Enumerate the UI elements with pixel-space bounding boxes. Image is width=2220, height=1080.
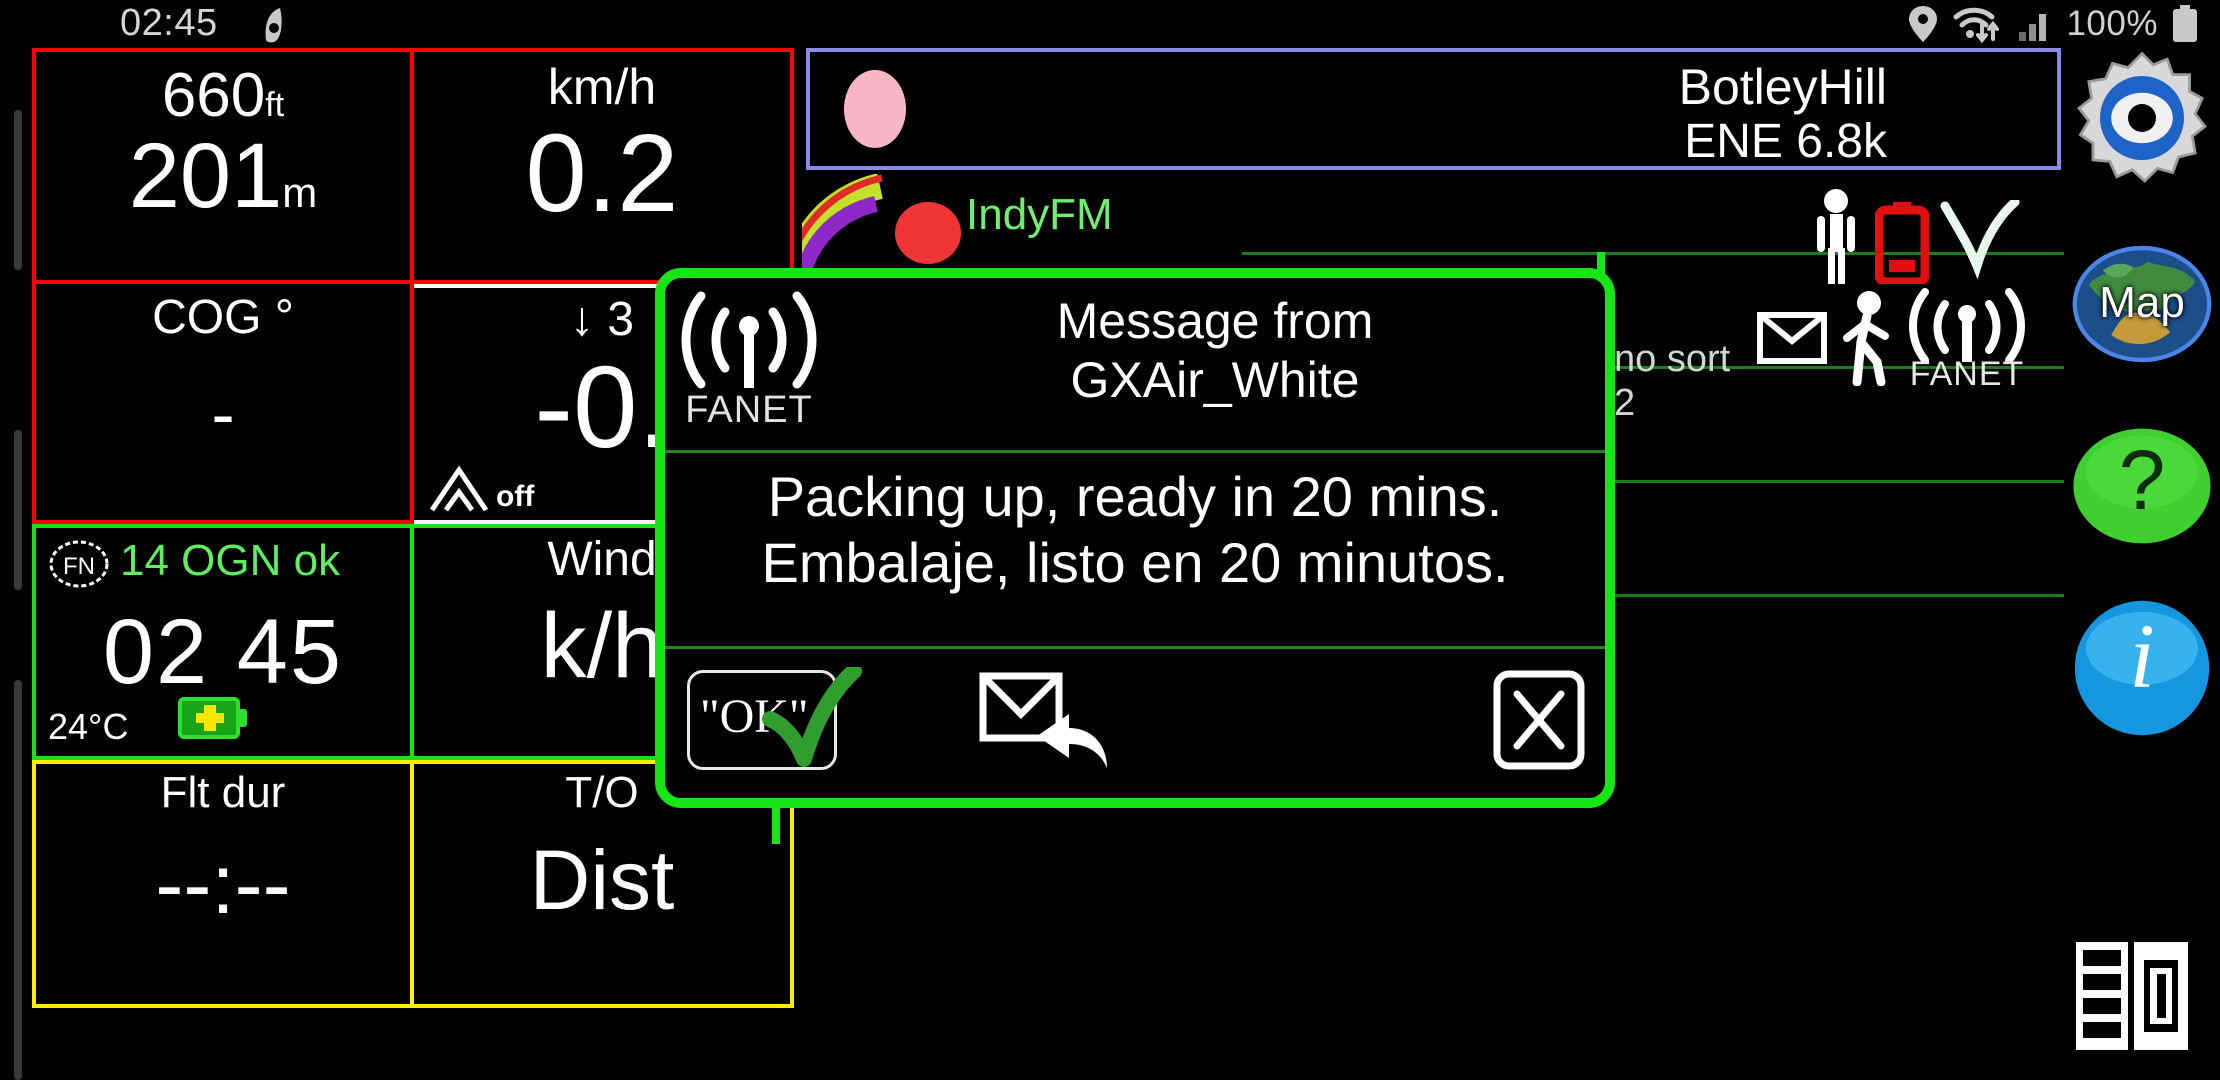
dialog-title-line2: GXAir_White (1070, 352, 1360, 408)
ogn-clock: 02 45 (102, 601, 344, 703)
reply-button[interactable] (965, 670, 1135, 775)
map-button-label: Map (2099, 278, 2185, 327)
right-toolbar: Map ? i (2064, 48, 2220, 1080)
vario-arrow-icon: ↓ (569, 293, 594, 346)
dialog-title: Message from GXAir_White (845, 292, 1585, 410)
dialog-separator-2 (665, 646, 1605, 649)
dialog-tail (772, 806, 780, 844)
sort-count-label: 2 (1614, 382, 1636, 424)
fanet-message-dialog[interactable]: FANET Message from GXAir_White Packing u… (655, 268, 1615, 808)
edge-scroll-top[interactable] (14, 110, 22, 270)
app-root: 02:45 100% 660ft 201m km/h 0.2 COG ° - ↓… (0, 0, 2220, 1080)
settings-gear-icon (2077, 51, 2207, 183)
fanet-badge-icon: FN (49, 540, 109, 588)
help-button-label: ? (2118, 433, 2166, 527)
fanet-label: FANET (1909, 355, 2025, 393)
dialog-fanet-icon-group: FANET (679, 288, 819, 431)
map-button[interactable]: Map (2072, 234, 2212, 374)
battery-low-red-icon (1875, 202, 1929, 284)
info-button[interactable]: i (2072, 598, 2212, 738)
dialog-title-line1: Message from (1056, 293, 1374, 349)
vario-header-value: 3 (607, 293, 635, 346)
ogn-status-label: 14 OGN ok (120, 536, 341, 585)
close-button[interactable] (1493, 670, 1585, 770)
waypoint-bearing-distance: ENE 6.8k (1684, 115, 1887, 168)
settings-button[interactable] (2072, 48, 2212, 188)
cog-cell[interactable]: COG ° - (32, 284, 414, 524)
takeoff-value: Dist (529, 833, 675, 927)
dialog-header: FANET Message from GXAir_White (665, 278, 1605, 448)
fanet-antenna-icon (1909, 288, 2025, 364)
location-pin-icon (1909, 6, 1938, 42)
dialog-fanet-label: FANET (685, 389, 813, 431)
person-walking-icon (1843, 291, 1889, 386)
sort-mode-label[interactable]: no sort (1614, 338, 1730, 382)
list-zero-icon (2076, 942, 2188, 1050)
external-battery-icon (178, 693, 250, 748)
cellular-signal-icon (2019, 14, 2047, 41)
alarm-icon (258, 6, 292, 44)
help-button[interactable]: ? (2072, 416, 2212, 556)
dialog-separator (665, 450, 1605, 453)
status-bar-right-cluster: 100% (1908, 4, 2198, 44)
speed-value: 0.2 (525, 112, 679, 235)
info-button-label: i (2129, 605, 2155, 707)
ground-speed-cell[interactable]: km/h 0.2 (414, 48, 794, 284)
altitude-meters: 201m (36, 124, 410, 229)
vario-off-label: off (496, 480, 535, 513)
status-bar: 02:45 100% (0, 0, 2220, 48)
fanet-antenna-group: FANET (1907, 286, 2027, 393)
wifi-icon (1953, 7, 2000, 43)
ok-button[interactable]: "OK" (687, 667, 862, 770)
waypoint-name: BotleyHill (1678, 59, 1887, 115)
map-icon-row-bottom: FANET (1757, 286, 2027, 393)
reply-envelope-icon (979, 672, 1107, 768)
battery-percent-label: 100% (2066, 4, 2158, 43)
speed-unit-label: km/h (547, 59, 657, 115)
altitude-feet-value: 660 (161, 61, 266, 130)
svg-text:FN: FN (63, 553, 95, 580)
altitude-feet: 660ft (36, 60, 410, 131)
waypoint-dot-icon (844, 70, 906, 148)
edge-scroll-mid[interactable] (14, 430, 22, 590)
altitude-cell[interactable]: 660ft 201m (32, 48, 414, 284)
flight-duration-label: Flt dur (160, 768, 286, 817)
fanet-antenna-icon (681, 291, 817, 389)
vario-peak-icon (429, 465, 489, 512)
traffic-target-label: IndyFM (966, 190, 1113, 239)
edge-scroll-bot[interactable] (14, 680, 22, 1080)
altitude-feet-unit: ft (265, 86, 285, 124)
altitude-meters-unit: m (282, 169, 318, 216)
dialog-body-line2: Embalaje, listo en 20 minutos. (761, 531, 1509, 595)
status-bar-clock: 02:45 (120, 2, 218, 44)
list-button[interactable] (2072, 938, 2212, 1058)
cog-label: COG ° (152, 291, 294, 344)
traffic-target-icon (895, 202, 961, 264)
dialog-body-line1: Packing up, ready in 20 mins. (767, 465, 1503, 528)
flight-duration-cell[interactable]: Flt dur --:-- (32, 760, 414, 1008)
map-icon-row-top (1807, 188, 2021, 284)
cog-value: - (211, 375, 235, 453)
vario-footer: off (428, 464, 534, 514)
ogn-status-cell[interactable]: FN 14 OGN ok 02 45 24°C (32, 524, 414, 760)
envelope-icon (1757, 312, 1827, 364)
waypoint-banner[interactable]: BotleyHill ENE 6.8k (806, 48, 2061, 170)
green-check-icon (762, 667, 862, 767)
dialog-body: Packing up, ready in 20 mins. Embalaje, … (665, 464, 1605, 596)
altitude-meters-value: 201 (128, 125, 283, 227)
person-standing-icon (1817, 189, 1855, 284)
flight-duration-value: --:-- (155, 837, 291, 931)
temperature-label: 24°C (48, 706, 129, 747)
dialog-actions: "OK" (665, 667, 1605, 780)
checkmark-icon (1940, 200, 2020, 280)
battery-full-icon (2173, 5, 2197, 42)
close-x-icon (1493, 670, 1585, 770)
